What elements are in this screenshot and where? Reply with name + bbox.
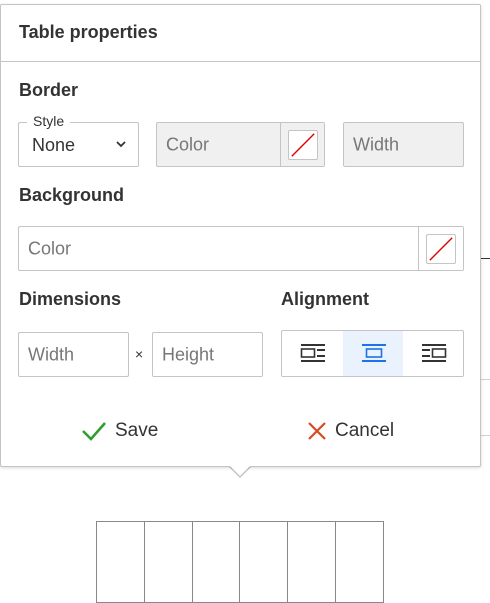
table-cell[interactable] bbox=[287, 521, 337, 603]
border-style-value: None bbox=[32, 135, 76, 155]
align-right-button[interactable] bbox=[403, 331, 463, 376]
table-cell[interactable] bbox=[191, 521, 241, 603]
dimension-separator: × bbox=[135, 346, 144, 362]
border-style-dropdown[interactable]: Style None bbox=[18, 113, 139, 167]
table-width-input[interactable]: Width bbox=[18, 332, 129, 377]
align-center-button[interactable] bbox=[343, 331, 403, 376]
align-table-left-icon bbox=[300, 344, 325, 362]
table-width-placeholder: Width bbox=[28, 344, 75, 364]
table-row bbox=[96, 521, 384, 603]
table-properties-panel: Table properties Border Style None Color… bbox=[0, 4, 481, 467]
border-color-swatch-button[interactable] bbox=[280, 123, 324, 166]
cancel-label: Cancel bbox=[335, 420, 395, 441]
background-color-placeholder: Color bbox=[28, 238, 72, 258]
border-heading: Border bbox=[19, 80, 79, 100]
editor-table[interactable] bbox=[96, 521, 384, 603]
table-cell[interactable] bbox=[335, 521, 384, 603]
save-label: Save bbox=[115, 420, 159, 441]
table-height-placeholder: Height bbox=[162, 344, 215, 364]
border-style-label: Style bbox=[27, 113, 71, 129]
alignment-toolbar bbox=[281, 330, 464, 377]
background-heading: Background bbox=[19, 185, 125, 205]
background-color-swatch-button[interactable] bbox=[418, 227, 463, 270]
border-width-placeholder: Width bbox=[353, 134, 400, 154]
align-left-button[interactable] bbox=[282, 331, 342, 376]
check-icon bbox=[82, 422, 106, 441]
cancel-button[interactable]: Cancel bbox=[307, 413, 394, 449]
editor-divider bbox=[480, 379, 490, 380]
alignment-heading: Alignment bbox=[281, 289, 369, 309]
editor-divider bbox=[480, 435, 490, 436]
table-height-input[interactable]: Height bbox=[152, 332, 263, 377]
dimensions-heading: Dimensions bbox=[19, 289, 122, 309]
border-width-input[interactable]: Width bbox=[343, 122, 464, 167]
save-button[interactable]: Save bbox=[81, 413, 158, 449]
balloon-arrow-fill bbox=[229, 465, 251, 476]
panel-header: Table properties bbox=[1, 5, 480, 62]
chevron-down-icon bbox=[116, 141, 126, 148]
border-color-placeholder: Color bbox=[166, 134, 210, 154]
border-color-input[interactable]: Color bbox=[156, 122, 325, 167]
table-cell[interactable] bbox=[239, 521, 289, 603]
align-table-right-icon bbox=[422, 344, 447, 362]
no-color-swatch-icon bbox=[426, 234, 456, 264]
align-table-center-icon bbox=[362, 344, 386, 362]
close-icon bbox=[308, 422, 326, 440]
editor-content-line bbox=[480, 258, 490, 259]
no-color-swatch-icon bbox=[288, 130, 318, 160]
panel-title: Table properties bbox=[19, 22, 158, 42]
table-cell[interactable] bbox=[143, 521, 193, 603]
background-color-input[interactable]: Color bbox=[18, 226, 464, 271]
table-cell[interactable] bbox=[96, 521, 145, 603]
